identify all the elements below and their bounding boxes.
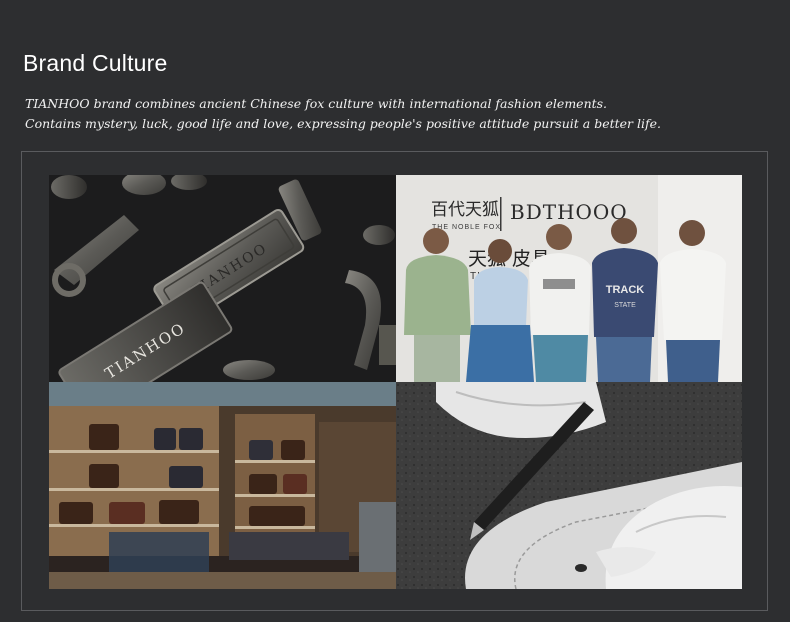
store-photo xyxy=(49,382,396,589)
shirt-text-track: TRACK xyxy=(606,284,645,296)
sign-brand-text: BDTHOOO xyxy=(510,200,628,224)
brand-culture-page: Brand Culture TIANHOO brand combines anc… xyxy=(0,0,790,622)
team-photo: 百代天狐 THE NOBLE FOX BDTHOOO 天狐 皮具 TIANHOO… xyxy=(396,175,742,382)
description-line-2: Contains mystery, luck, good life and lo… xyxy=(25,116,661,131)
hardware-photo: TIANHOO TIANHOO xyxy=(49,175,396,382)
sign-chinese-text: 百代天狐 xyxy=(431,200,499,220)
shirt-text-state: STATE xyxy=(614,302,636,309)
section-description: TIANHOO brand combines ancient Chinese f… xyxy=(25,94,661,134)
section-title: Brand Culture xyxy=(23,50,168,76)
leather-craft-photo xyxy=(396,382,742,589)
description-line-1: TIANHOO brand combines ancient Chinese f… xyxy=(25,96,608,111)
